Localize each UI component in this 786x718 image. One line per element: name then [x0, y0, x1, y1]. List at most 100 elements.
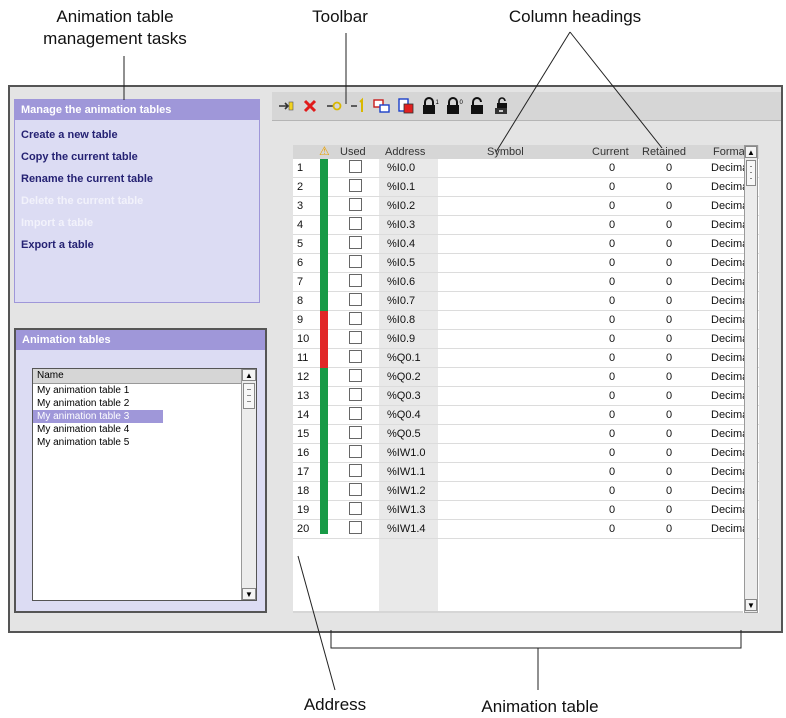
current-value[interactable]: 0	[609, 409, 615, 421]
unlock-all-icon[interactable]	[492, 96, 512, 116]
header-current[interactable]: Current	[592, 146, 629, 158]
retained-value[interactable]: 0	[666, 371, 672, 383]
used-checkbox[interactable]	[349, 217, 362, 230]
force-one-icon[interactable]	[348, 96, 368, 116]
current-value[interactable]: 0	[609, 390, 615, 402]
retained-value[interactable]: 0	[666, 238, 672, 250]
retained-value[interactable]: 0	[666, 314, 672, 326]
copy-table-link[interactable]: Copy the current table	[15, 146, 259, 168]
create-table-link[interactable]: Create a new table	[15, 124, 259, 146]
current-value[interactable]: 0	[609, 485, 615, 497]
current-value[interactable]: 0	[609, 523, 615, 535]
list-item[interactable]: My animation table 2	[33, 397, 163, 410]
current-value[interactable]: 0	[609, 181, 615, 193]
current-value[interactable]: 0	[609, 257, 615, 269]
export-table-link[interactable]: Export a table	[15, 234, 259, 256]
retained-value[interactable]: 0	[666, 333, 672, 345]
scroll-down-icon[interactable]: ▼	[745, 599, 757, 611]
table-row[interactable]: 5 %I0.4 0 0 Decimal	[293, 235, 759, 254]
tables-listbox[interactable]: Name My animation table 1 My animation t…	[32, 368, 257, 601]
table-scrollbar[interactable]: ▲ ▼	[744, 145, 758, 613]
header-format[interactable]: Format	[713, 146, 748, 158]
retained-value[interactable]: 0	[666, 523, 672, 535]
retained-value[interactable]: 0	[666, 447, 672, 459]
used-checkbox[interactable]	[349, 369, 362, 382]
table-row[interactable]: 3 %I0.2 0 0 Decimal	[293, 197, 759, 216]
table-row[interactable]: 2 %I0.1 0 0 Decimal	[293, 178, 759, 197]
used-checkbox[interactable]	[349, 464, 362, 477]
current-value[interactable]: 0	[609, 333, 615, 345]
current-value[interactable]: 0	[609, 295, 615, 307]
list-item[interactable]: My animation table 4	[33, 423, 163, 436]
used-checkbox[interactable]	[349, 407, 362, 420]
copy-icon[interactable]	[372, 96, 392, 116]
table-row[interactable]: 4 %I0.3 0 0 Decimal	[293, 216, 759, 235]
retained-value[interactable]: 0	[666, 409, 672, 421]
insert-row-icon[interactable]	[276, 96, 296, 116]
used-checkbox[interactable]	[349, 521, 362, 534]
used-checkbox[interactable]	[349, 293, 362, 306]
current-value[interactable]: 0	[609, 371, 615, 383]
retained-value[interactable]: 0	[666, 352, 672, 364]
retained-value[interactable]: 0	[666, 181, 672, 193]
used-checkbox[interactable]	[349, 274, 362, 287]
scroll-down-icon[interactable]: ▼	[242, 588, 256, 600]
current-value[interactable]: 0	[609, 219, 615, 231]
retained-value[interactable]: 0	[666, 162, 672, 174]
scrollbar-thumb[interactable]	[746, 160, 756, 186]
table-row[interactable]: 1 %I0.0 0 0 Decimal	[293, 159, 759, 178]
unlock-icon[interactable]	[468, 96, 488, 116]
header-symbol[interactable]: Symbol	[487, 146, 524, 158]
table-row[interactable]: 16 %IW1.0 0 0 Decimal	[293, 444, 759, 463]
header-address[interactable]: Address	[385, 146, 425, 158]
table-row[interactable]: 14 %Q0.4 0 0 Decimal	[293, 406, 759, 425]
current-value[interactable]: 0	[609, 466, 615, 478]
scroll-up-icon[interactable]: ▲	[745, 146, 757, 158]
force-zero-icon[interactable]	[324, 96, 344, 116]
retained-value[interactable]: 0	[666, 428, 672, 440]
used-checkbox[interactable]	[349, 445, 362, 458]
retained-value[interactable]: 0	[666, 504, 672, 516]
table-row[interactable]: 19 %IW1.3 0 0 Decimal	[293, 501, 759, 520]
table-row[interactable]: 10 %I0.9 0 0 Decimal	[293, 330, 759, 349]
retained-value[interactable]: 0	[666, 200, 672, 212]
table-row[interactable]: 13 %Q0.3 0 0 Decimal	[293, 387, 759, 406]
used-checkbox[interactable]	[349, 198, 362, 211]
table-row[interactable]: 15 %Q0.5 0 0 Decimal	[293, 425, 759, 444]
current-value[interactable]: 0	[609, 200, 615, 212]
scrollbar-thumb[interactable]	[243, 383, 255, 409]
used-checkbox[interactable]	[349, 426, 362, 439]
tables-scrollbar[interactable]: ▲ ▼	[241, 369, 256, 600]
retained-value[interactable]: 0	[666, 219, 672, 231]
current-value[interactable]: 0	[609, 428, 615, 440]
used-checkbox[interactable]	[349, 255, 362, 268]
used-checkbox[interactable]	[349, 312, 362, 325]
retained-value[interactable]: 0	[666, 276, 672, 288]
table-row[interactable]: 12 %Q0.2 0 0 Decimal	[293, 368, 759, 387]
table-row[interactable]: 20 %IW1.4 0 0 Decimal	[293, 520, 759, 539]
retained-value[interactable]: 0	[666, 390, 672, 402]
current-value[interactable]: 0	[609, 352, 615, 364]
used-checkbox[interactable]	[349, 236, 362, 249]
table-row[interactable]: 6 %I0.5 0 0 Decimal	[293, 254, 759, 273]
used-checkbox[interactable]	[349, 388, 362, 401]
retained-value[interactable]: 0	[666, 295, 672, 307]
table-row[interactable]: 9 %I0.8 0 0 Decimal	[293, 311, 759, 330]
used-checkbox[interactable]	[349, 331, 362, 344]
table-row[interactable]: 7 %I0.6 0 0 Decimal	[293, 273, 759, 292]
rename-table-link[interactable]: Rename the current table	[15, 168, 259, 190]
used-checkbox[interactable]	[349, 160, 362, 173]
current-value[interactable]: 0	[609, 238, 615, 250]
current-value[interactable]: 0	[609, 504, 615, 516]
used-checkbox[interactable]	[349, 502, 362, 515]
scroll-up-icon[interactable]: ▲	[242, 369, 256, 381]
retained-value[interactable]: 0	[666, 466, 672, 478]
list-item[interactable]: My animation table 1	[33, 384, 163, 397]
used-checkbox[interactable]	[349, 179, 362, 192]
lock-one-icon[interactable]: 1	[420, 96, 440, 116]
table-row[interactable]: 8 %I0.7 0 0 Decimal	[293, 292, 759, 311]
list-item[interactable]: My animation table 5	[33, 436, 163, 449]
current-value[interactable]: 0	[609, 314, 615, 326]
delete-row-icon[interactable]	[300, 96, 320, 116]
table-row[interactable]: 18 %IW1.2 0 0 Decimal	[293, 482, 759, 501]
